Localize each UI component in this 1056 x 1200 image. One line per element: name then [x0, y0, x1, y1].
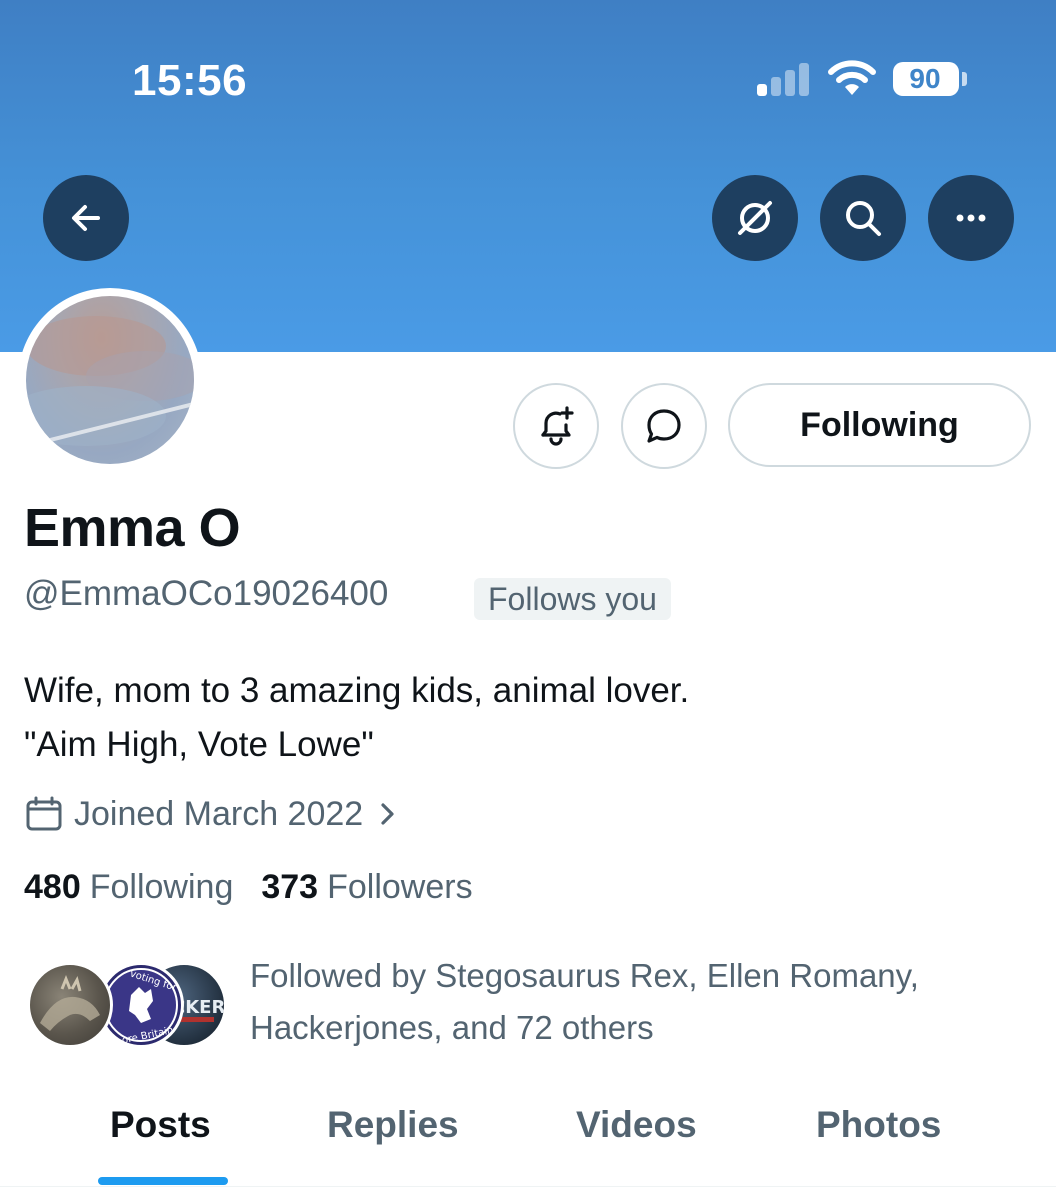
grok-icon — [738, 201, 772, 235]
bio-line: Wife, mom to 3 amazing kids, animal love… — [24, 671, 690, 710]
sky-photo — [26, 316, 194, 448]
tab-replies[interactable]: Replies — [327, 1104, 459, 1146]
followed-by-line: Hackerjones, and 72 others — [250, 1009, 654, 1046]
battery-cap — [962, 72, 967, 86]
wifi-icon — [828, 60, 876, 95]
follows-you-badge: Follows you — [474, 578, 671, 620]
bell-plus-icon — [541, 406, 574, 446]
message-button[interactable] — [621, 383, 707, 469]
following-button[interactable]: Following — [728, 383, 1031, 467]
followers-count: 373 — [261, 868, 319, 906]
profile-avatar[interactable] — [26, 296, 194, 464]
cellular-signal-icon — [757, 62, 813, 96]
battery-icon: 90 — [893, 62, 959, 96]
search-icon — [846, 201, 881, 236]
follower-avatar-stegosaurus — [27, 962, 113, 1048]
tab-videos[interactable]: Videos — [576, 1104, 697, 1146]
profile-avatar-frame — [18, 288, 202, 472]
more-icon — [956, 214, 986, 222]
followed-by-text: Followed by Stegosaurus Rex, Ellen Roman… — [250, 950, 1040, 1054]
user-handle: @EmmaOCo19026400 — [24, 574, 389, 613]
battery-level: 90 — [909, 63, 941, 94]
tabs-divider — [0, 1186, 1056, 1187]
more-button[interactable] — [928, 175, 1014, 261]
bio-line: "Aim High, Vote Lowe" — [24, 725, 374, 764]
followers-stat[interactable]: 373 Followers — [261, 868, 472, 907]
following-label: Following — [89, 868, 234, 906]
followed-by-line: Followed by Stegosaurus Rex, Ellen Roman… — [250, 957, 919, 994]
joined-date: Joined March 2022 — [74, 794, 364, 833]
following-count: 480 — [24, 868, 81, 906]
followers-label: Followers — [327, 868, 473, 906]
notify-button[interactable] — [513, 383, 599, 469]
grok-button[interactable] — [712, 175, 798, 261]
chevron-right-icon — [377, 799, 399, 829]
calendar-icon — [24, 794, 64, 834]
active-tab-indicator — [98, 1177, 228, 1185]
chat-bubble-icon — [647, 409, 681, 443]
back-arrow-icon — [72, 205, 100, 231]
tab-posts[interactable]: Posts — [110, 1104, 211, 1146]
joined-date-row[interactable]: Joined March 2022 — [24, 792, 399, 836]
tab-photos[interactable]: Photos — [816, 1104, 941, 1146]
follow-stats: 480 Following 373 Followers — [24, 868, 501, 907]
search-button[interactable] — [820, 175, 906, 261]
back-button[interactable] — [43, 175, 129, 261]
following-stat[interactable]: 480 Following — [24, 868, 233, 907]
display-name: Emma O — [24, 498, 241, 558]
profile-bio: Wife, mom to 3 amazing kids, animal love… — [24, 664, 689, 772]
status-time: 15:56 — [132, 56, 248, 105]
profile-banner: 15:56 90 — [0, 0, 1056, 352]
